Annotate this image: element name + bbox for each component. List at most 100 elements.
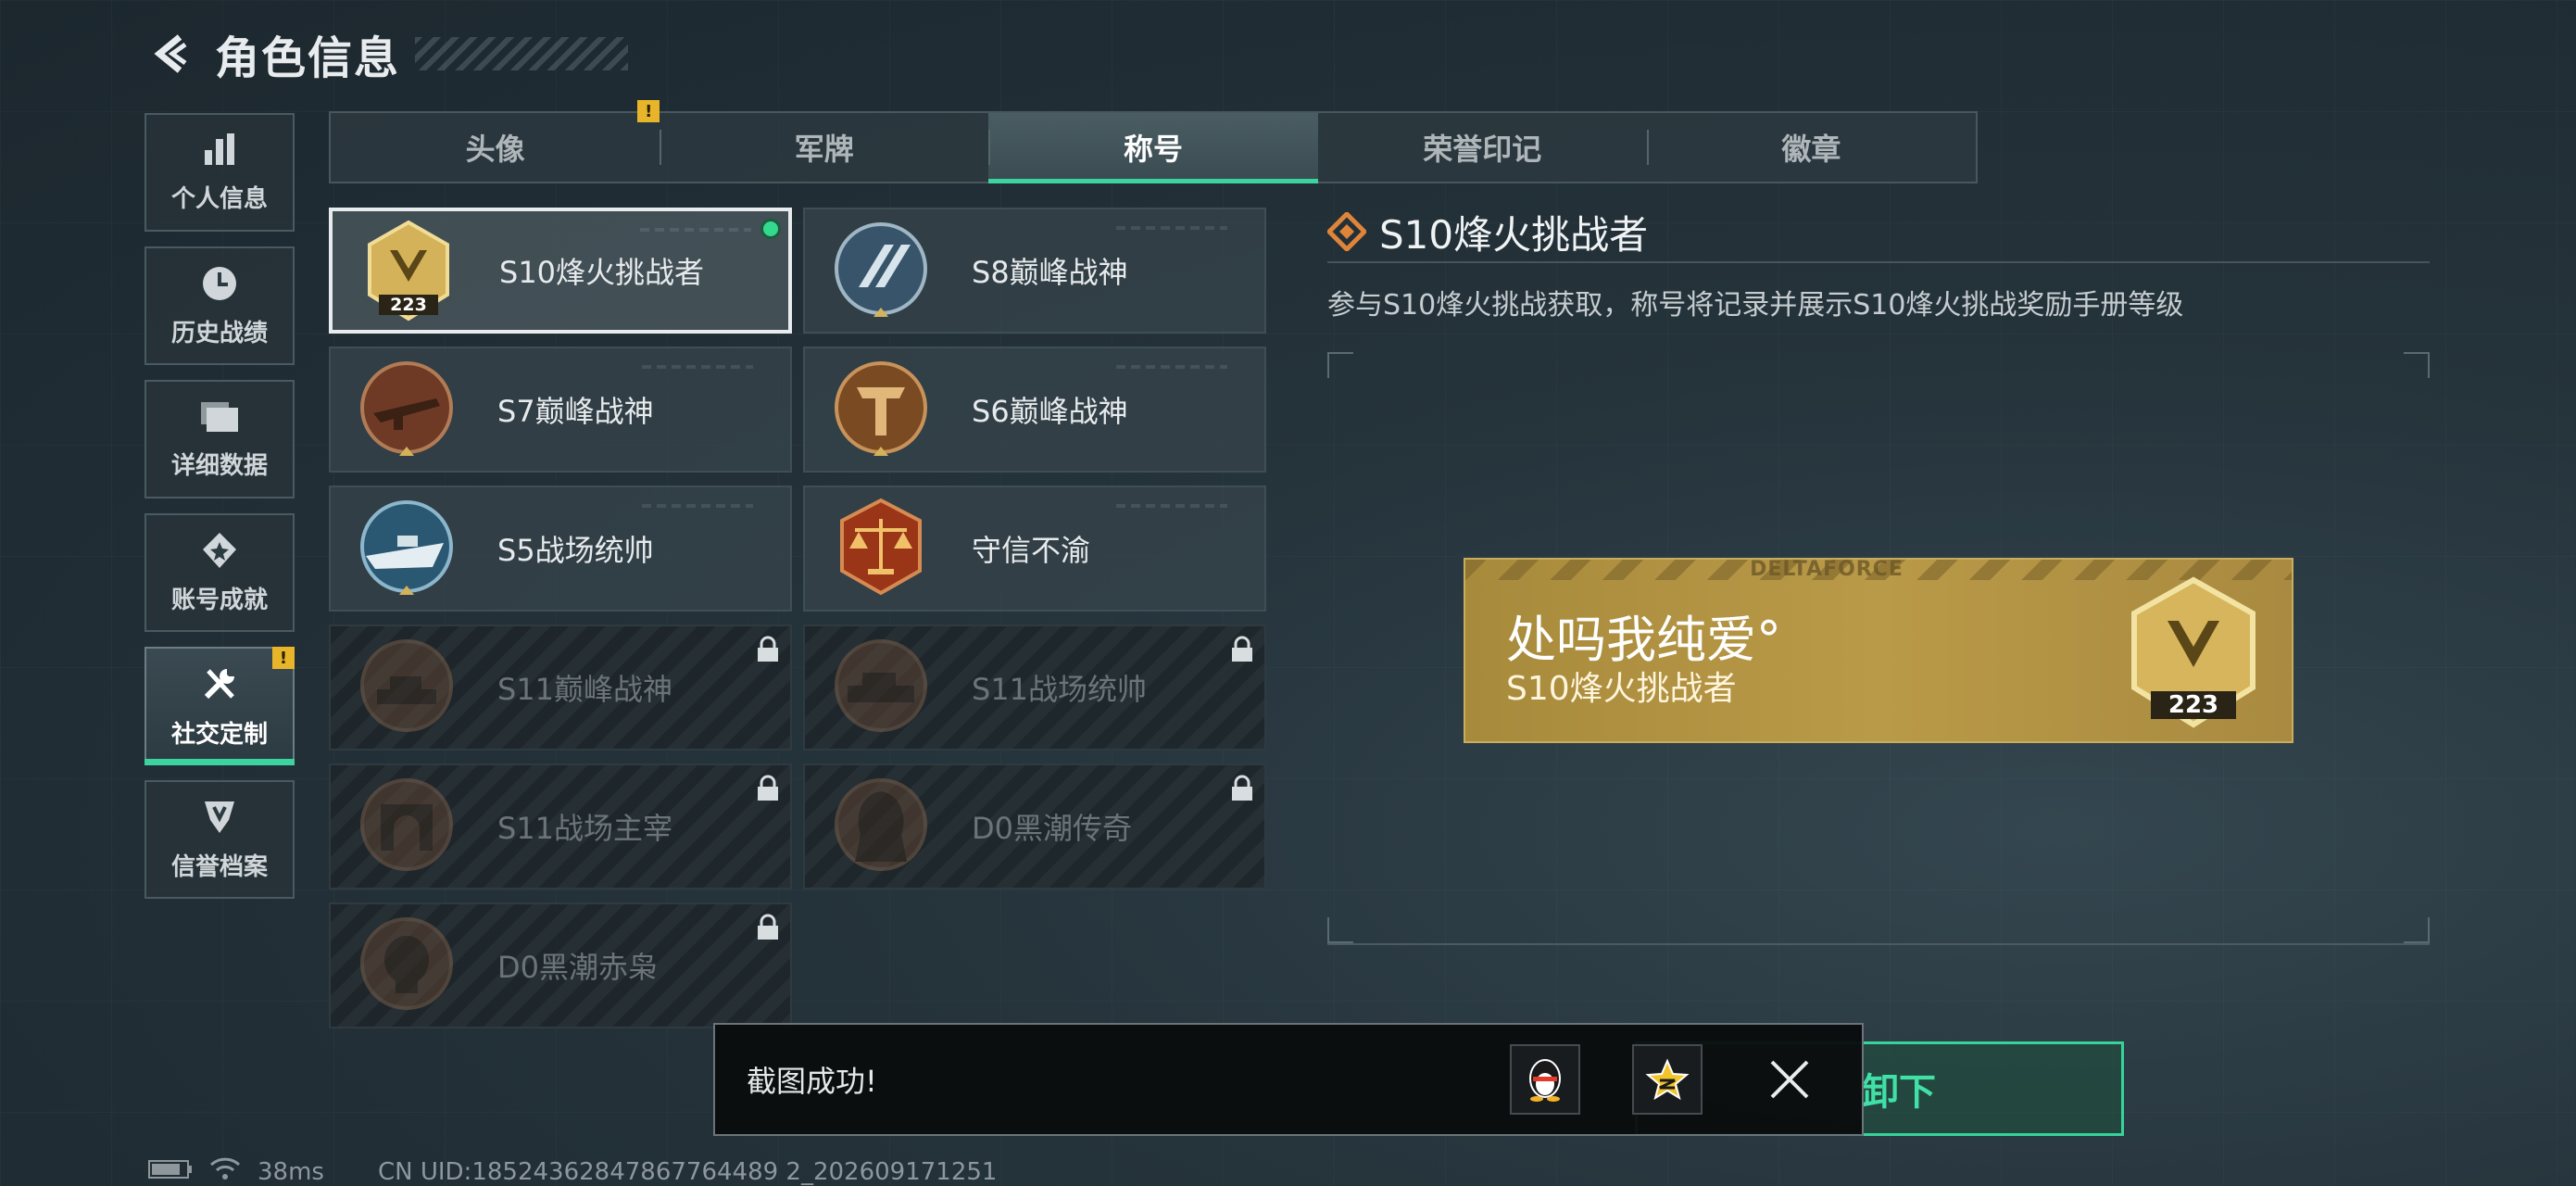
sidebar-item-history[interactable]: 历史战绩 (145, 246, 295, 365)
sidebar: 个人信息 历史战绩 详细数据 账号成就 社交定制 ! 信誉档案 (145, 113, 295, 914)
page-title: 角色信息 (215, 32, 401, 84)
clock-icon (200, 264, 239, 307)
boat-emblem-icon (360, 500, 453, 595)
card-decoration (642, 365, 753, 369)
detail-description: 参与S10烽火挑战获取，称号将记录并展示S10烽火挑战奖励手册等级 (1327, 289, 2184, 322)
title-name: S8巅峰战神 (972, 255, 1128, 290)
title-card[interactable]: S11巅峰战神 (329, 625, 792, 751)
title-card[interactable]: S11战场统帅 (803, 625, 1266, 751)
title-card[interactable]: S8巅峰战神 (803, 208, 1266, 334)
emblem-level: 223 (390, 295, 427, 315)
tab-label: 徽章 (1781, 132, 1841, 167)
lock-icon (758, 636, 778, 662)
card-decoration (1116, 226, 1227, 230)
share-qzone-button[interactable] (1632, 1044, 1703, 1115)
title-card[interactable]: S7巅峰战神 (329, 347, 792, 473)
sidebar-item-label: 信誉档案 (170, 852, 268, 881)
tab-label: 称号 (1124, 132, 1184, 167)
title-card[interactable]: D0黑潮赤枭 (329, 902, 792, 1028)
sidebar-item-personal-info[interactable]: 个人信息 (145, 113, 295, 232)
folder-icon (199, 398, 240, 439)
sidebar-item-reputation[interactable]: 信誉档案 (145, 780, 295, 899)
lock-icon (758, 914, 778, 940)
frame-corner (1327, 352, 1353, 378)
penguin-icon (1529, 1059, 1561, 1102)
title-card[interactable]: S5战场统帅 (329, 486, 792, 612)
tab-honor-mark[interactable]: 荣誉印记 (1318, 113, 1647, 182)
armored-vehicle-emblem-icon (835, 639, 927, 732)
toast-message: 截图成功! (747, 1064, 877, 1099)
tab-label: 荣誉印记 (1423, 132, 1542, 167)
nameplate-preview: DELTAFORCE 处吗我纯爱° S10烽火挑战者 223 (1464, 558, 2293, 743)
title-name: S6巅峰战神 (972, 394, 1128, 429)
sidebar-item-label: 历史战绩 (170, 319, 268, 347)
card-decoration (1116, 504, 1227, 508)
share-qq-button[interactable] (1510, 1044, 1580, 1115)
title-list: 223 S10烽火挑战者 S8巅峰战神 S7巅峰战神 S6巅峰战神 S5战场统帅… (329, 208, 1266, 1028)
warning-badge: ! (637, 100, 660, 122)
title-name: D0黑潮赤枭 (497, 950, 659, 985)
sidebar-item-label: 详细数据 (170, 451, 268, 480)
nameplate-brand: DELTAFORCE (1750, 558, 1904, 581)
tab-bar: 头像 ! 军牌 称号 荣誉印记 徽章 (329, 100, 1978, 183)
title-name: S11战场统帅 (972, 672, 1148, 707)
blue-emblem-icon (835, 222, 927, 317)
title-name: S11战场主宰 (497, 811, 673, 846)
bronze-emblem-icon (835, 361, 927, 456)
title-name: S10烽火挑战者 (499, 255, 705, 290)
tab-label: 军牌 (794, 132, 854, 167)
sidebar-item-achievements[interactable]: 账号成就 (145, 513, 295, 632)
back-arrow-icon[interactable] (148, 30, 196, 78)
star-icon (1645, 1058, 1690, 1101)
sidebar-item-social-custom[interactable]: 社交定制 ! (145, 647, 295, 765)
tab-label: 头像 (465, 132, 525, 167)
sidebar-item-label: 个人信息 (170, 184, 268, 213)
detail-header: S10烽火挑战者 (1327, 202, 2430, 263)
close-button[interactable] (1754, 1044, 1825, 1115)
screenshot-toast: 截图成功! (713, 1023, 1864, 1136)
emblem-level: 223 (2168, 691, 2218, 719)
hooded-figure-emblem-icon (835, 778, 927, 871)
status-bar: 38ms CN UID:18524362847867764489 2_20260… (148, 1156, 1013, 1186)
sidebar-item-detailed-data[interactable]: 详细数据 (145, 380, 295, 498)
sidebar-item-label: 社交定制 (170, 720, 268, 749)
tab-title[interactable]: 称号 (988, 113, 1318, 183)
title-card[interactable]: D0黑潮传奇 (803, 763, 1266, 890)
wifi-icon (209, 1156, 241, 1186)
card-decoration (642, 504, 753, 508)
frame-corner (1327, 917, 1353, 943)
equipped-indicator (760, 219, 781, 239)
title-card[interactable]: S11战场主宰 (329, 763, 792, 890)
title-card[interactable]: 223 S10烽火挑战者 (329, 208, 792, 334)
title-name: S7巅峰战神 (497, 394, 654, 429)
tab-avatar[interactable]: 头像 ! (331, 100, 660, 182)
title-decoration (415, 37, 629, 70)
arch-emblem-icon (360, 778, 453, 871)
scales-emblem-icon (840, 498, 922, 596)
lock-icon (758, 775, 778, 801)
nameplate-title: S10烽火挑战者 (1506, 670, 1737, 708)
tab-dog-tag[interactable]: 军牌 (660, 113, 988, 182)
title-card[interactable]: S6巅峰战神 (803, 347, 1266, 473)
title-name: S5战场统帅 (497, 533, 654, 568)
sidebar-item-label: 账号成就 (170, 586, 268, 614)
uid-text: CN UID:18524362847867764489 2_2026091712… (377, 1157, 998, 1186)
tank-emblem-icon (360, 639, 453, 732)
header: 角色信息 (148, 26, 629, 84)
tools-icon (199, 663, 240, 708)
ping-value: 38ms (258, 1157, 324, 1186)
tab-badge[interactable]: 徽章 (1646, 113, 1976, 182)
title-name: D0黑潮传奇 (972, 811, 1133, 846)
frame-corner (2404, 917, 2430, 943)
close-icon (1770, 1060, 1809, 1099)
title-detail: S10烽火挑战者 参与S10烽火挑战获取，称号将记录并展示S10烽火挑战奖励手册… (1327, 202, 2430, 322)
battery-icon (148, 1158, 193, 1186)
lock-icon (1232, 775, 1252, 801)
gold-emblem-icon: 223 (368, 220, 449, 322)
skull-emblem-icon (360, 917, 453, 1010)
rifle-emblem-icon (360, 361, 453, 456)
detail-title: S10烽火挑战者 (1379, 211, 1649, 258)
diamond-icon (1327, 212, 1366, 251)
title-card[interactable]: 守信不渝 (803, 486, 1266, 612)
gold-emblem-icon: 223 (2131, 576, 2256, 728)
